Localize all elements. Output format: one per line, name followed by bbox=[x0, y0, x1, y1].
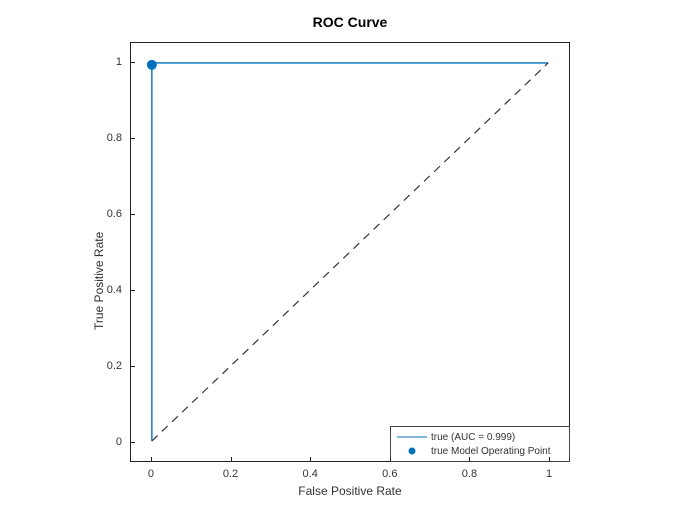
y-tick-label: 0.6 bbox=[107, 208, 122, 220]
legend-entry: true (AUC = 0.999) bbox=[397, 430, 563, 444]
x-tick bbox=[549, 457, 550, 462]
x-tick-label: 0 bbox=[148, 468, 154, 480]
chart-axes bbox=[130, 42, 570, 462]
roc-curve-figure: ROC Curve True Positive Rate False Posit… bbox=[0, 0, 700, 525]
x-tick-label: 0.4 bbox=[303, 468, 318, 480]
legend-label: true (AUC = 0.999) bbox=[431, 432, 515, 443]
y-tick bbox=[130, 62, 135, 63]
operating-point-marker bbox=[147, 60, 157, 70]
legend: true (AUC = 0.999) true Model Operating P… bbox=[390, 426, 570, 462]
legend-entry: true Model Operating Point bbox=[397, 444, 563, 458]
chart-title: ROC Curve bbox=[0, 14, 700, 30]
legend-dot-icon bbox=[397, 444, 427, 458]
x-axis-label: False Positive Rate bbox=[130, 484, 570, 498]
y-tick bbox=[130, 366, 135, 367]
x-tick bbox=[310, 457, 311, 462]
y-tick-label: 0.2 bbox=[107, 360, 122, 372]
x-tick bbox=[231, 457, 232, 462]
x-tick-label: 1 bbox=[546, 468, 552, 480]
x-tick bbox=[390, 457, 391, 462]
y-tick bbox=[130, 442, 135, 443]
y-axis-label: True Positive Rate bbox=[92, 232, 106, 330]
y-tick-label: 0 bbox=[116, 436, 122, 448]
x-tick-label: 0.8 bbox=[462, 468, 477, 480]
y-tick bbox=[130, 290, 135, 291]
y-tick-label: 0.4 bbox=[107, 284, 122, 296]
x-tick-label: 0.2 bbox=[223, 468, 238, 480]
y-tick bbox=[130, 138, 135, 139]
legend-line-icon bbox=[397, 430, 427, 444]
y-tick-label: 0.8 bbox=[107, 132, 122, 144]
x-tick bbox=[151, 457, 152, 462]
plot-area bbox=[131, 43, 569, 461]
legend-label: true Model Operating Point bbox=[431, 446, 551, 457]
x-tick-label: 0.6 bbox=[382, 468, 397, 480]
y-tick bbox=[130, 214, 135, 215]
diagonal-reference-line bbox=[152, 63, 548, 441]
y-tick-label: 1 bbox=[116, 56, 122, 68]
x-tick bbox=[469, 457, 470, 462]
